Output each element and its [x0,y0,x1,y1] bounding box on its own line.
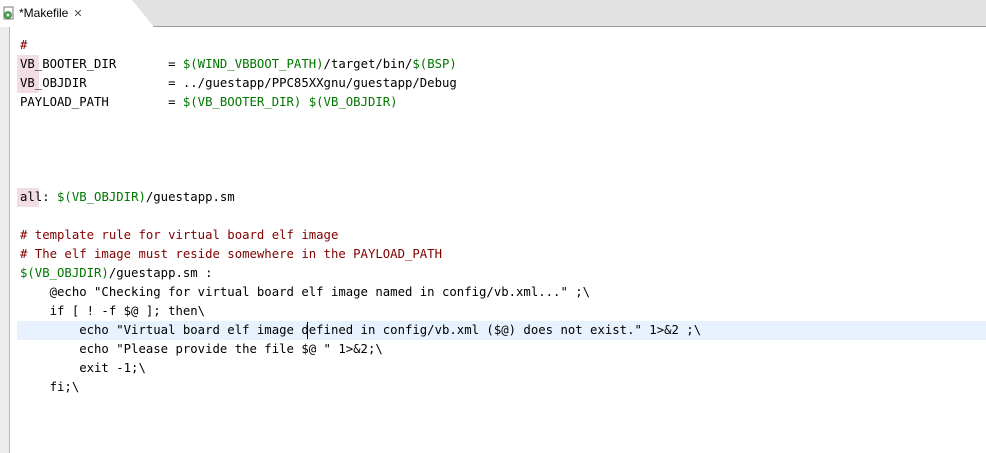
code-line[interactable]: # template rule for virtual board elf im… [17,226,986,245]
code-line[interactable]: fi;\ [17,378,986,397]
code-line[interactable]: if [ ! -f $@ ]; then\ [17,302,986,321]
code-line[interactable]: # The elf image must reside somewhere in… [17,245,986,264]
tab-title: *Makefile [19,6,69,20]
code-line[interactable] [17,112,986,131]
tab-makefile[interactable]: *Makefile ✕ [0,0,154,27]
code-line[interactable] [17,207,986,226]
makefile-file-icon [2,6,16,20]
code-line[interactable]: echo "Please provide the file $@ " 1>&2;… [17,340,986,359]
editor-gutter [0,27,10,453]
text-caret [307,322,308,339]
code-line[interactable]: $(VB_OBJDIR)/guestapp.sm : [17,264,986,283]
code-line[interactable]: echo "Virtual board elf image defined in… [17,321,986,340]
code-line[interactable]: PAYLOAD_PATH = $(VB_BOOTER_DIR) $(VB_OBJ… [17,93,986,112]
code-line[interactable] [17,131,986,150]
close-icon[interactable]: ✕ [73,7,82,20]
code-line[interactable]: # [17,36,986,55]
code-line[interactable]: @echo "Checking for virtual board elf im… [17,283,986,302]
line-annotation-ruler [10,27,16,453]
editor-tab-bar: *Makefile ✕ [0,0,986,27]
code-line[interactable] [17,169,986,188]
code-line[interactable] [17,150,986,169]
code-editor[interactable]: # VB_BOOTER_DIR = $(WIND_VBBOOT_PATH)/tar… [17,27,986,453]
code-line[interactable]: VB_BOOTER_DIR = $(WIND_VBBOOT_PATH)/targ… [17,55,986,74]
code-line[interactable]: all: $(VB_OBJDIR)/guestapp.sm [17,188,986,207]
code-line[interactable]: VB_OBJDIR = ../guestapp/PPC85XXgnu/guest… [17,74,986,93]
code-line[interactable]: exit -1;\ [17,359,986,378]
